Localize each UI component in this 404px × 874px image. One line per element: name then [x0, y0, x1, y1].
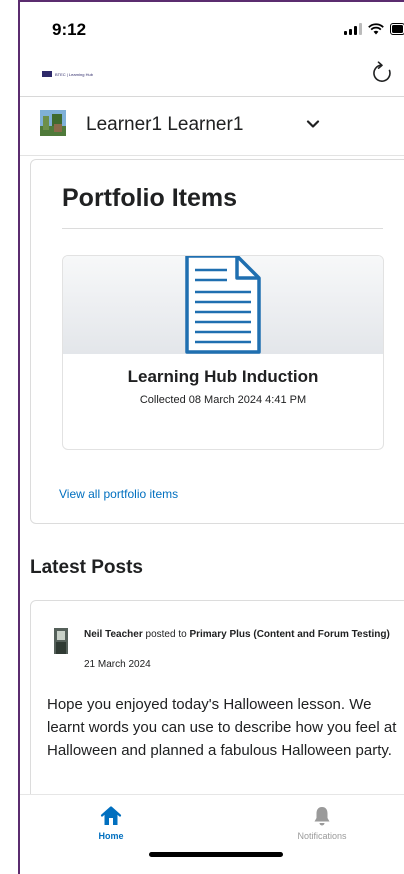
- bottom-tab-bar: Home Notifications: [20, 794, 404, 874]
- post-meta: Neil Teacher posted to Primary Plus (Con…: [84, 629, 394, 641]
- refresh-icon[interactable]: [368, 58, 398, 88]
- learning-hub-logo: BTEC | Learning Hub: [42, 70, 93, 78]
- post-author-avatar: [54, 628, 68, 654]
- app-header: BTEC | Learning Hub: [20, 58, 404, 97]
- document-icon: [185, 256, 261, 354]
- post-date: 21 March 2024: [84, 659, 151, 670]
- post-course[interactable]: Primary Plus (Content and Forum Testing): [189, 629, 389, 640]
- view-all-portfolio-link[interactable]: View all portfolio items: [59, 487, 178, 501]
- status-bar: 9:12: [20, 0, 404, 58]
- portfolio-item-card[interactable]: Learning Hub Induction Collected 08 Marc…: [62, 255, 384, 450]
- app-frame: 9:12 BTEC | Learning Hub Learner1 Learne…: [18, 0, 404, 874]
- home-indicator: [149, 852, 283, 857]
- portfolio-title: Portfolio Items: [62, 184, 238, 212]
- portfolio-item-thumbnail: [63, 256, 383, 354]
- user-avatar: [40, 110, 66, 136]
- user-name: Learner1 Learner1: [86, 114, 244, 135]
- chevron-down-icon[interactable]: [306, 119, 320, 129]
- tab-home[interactable]: Home: [51, 805, 171, 841]
- logo-mark: [42, 71, 52, 77]
- tab-home-label: Home: [98, 831, 124, 841]
- divider: [62, 228, 383, 229]
- tab-notifications[interactable]: Notifications: [262, 805, 382, 841]
- bell-icon: [314, 807, 330, 826]
- user-selector[interactable]: Learner1 Learner1: [20, 97, 404, 156]
- logo-text: BTEC | Learning Hub: [55, 71, 93, 77]
- post-posted-to: posted to: [142, 629, 190, 640]
- portfolio-widget: Portfolio Items Learning Hub Induction C…: [30, 159, 404, 524]
- portfolio-item-title: Learning Hub Induction: [127, 367, 319, 386]
- latest-posts-title: Latest Posts: [30, 557, 143, 578]
- battery-icon: [390, 23, 404, 35]
- status-icons: [344, 21, 404, 37]
- post-card[interactable]: Neil Teacher posted to Primary Plus (Con…: [30, 600, 404, 802]
- home-icon: [100, 806, 122, 825]
- tab-notifications-label: Notifications: [297, 831, 347, 841]
- post-author: Neil Teacher: [84, 629, 143, 640]
- status-time: 9:12: [52, 20, 87, 39]
- post-body: Hope you enjoyed today's Halloween lesso…: [47, 696, 397, 759]
- signal-icon: [344, 23, 362, 35]
- portfolio-item-collected: Collected 08 March 2024 4:41 PM: [139, 394, 307, 406]
- wifi-icon: [368, 23, 384, 35]
